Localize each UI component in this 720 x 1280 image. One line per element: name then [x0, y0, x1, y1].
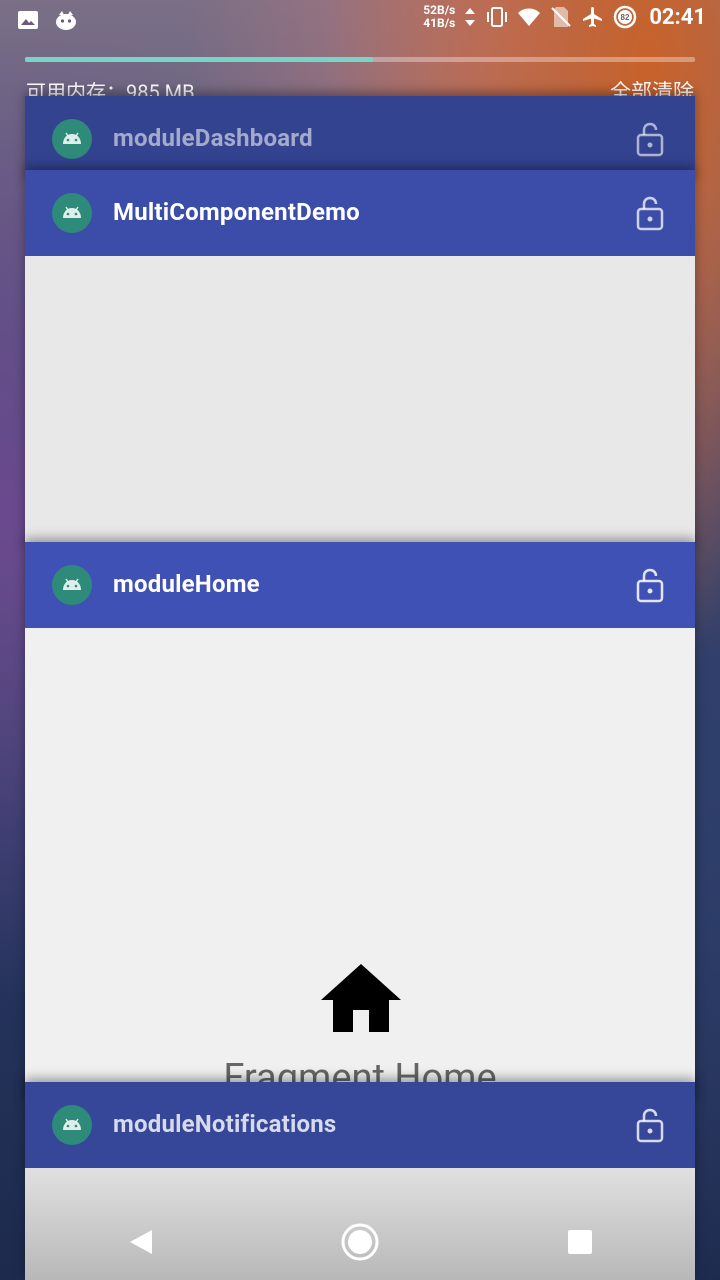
app-notification-icon [56, 11, 76, 30]
unlock-icon[interactable] [636, 1107, 664, 1143]
status-bar: 52B/s 41B/s 82 02:41 [0, 0, 720, 40]
battery-icon: 82 [614, 5, 637, 29]
navigation-bar [0, 1200, 720, 1280]
card-preview: Fragment Home [25, 628, 695, 1102]
network-speed: 52B/s 41B/s [423, 4, 455, 30]
memory-bar-fill [25, 57, 374, 62]
speed-down: 41B/s [423, 16, 456, 30]
card-title: moduleHome [113, 570, 260, 598]
battery-level: 82 [621, 13, 630, 22]
card-title: moduleNotifications [113, 1110, 337, 1138]
image-icon [18, 11, 38, 29]
data-arrows-icon [465, 8, 476, 26]
card-preview [25, 256, 695, 550]
android-app-icon [52, 119, 92, 159]
memory-bar [25, 57, 695, 62]
card-title: MultiComponentDemo [113, 198, 360, 226]
android-app-icon [52, 193, 92, 233]
android-app-icon [52, 1105, 92, 1145]
home-icon [321, 964, 401, 1032]
card-header: MultiComponentDemo [25, 170, 695, 256]
home-button-icon[interactable] [340, 1222, 380, 1262]
vibrate-icon [487, 7, 508, 27]
unlock-icon[interactable] [636, 121, 664, 157]
unlock-icon[interactable] [636, 567, 664, 603]
unlock-icon[interactable] [636, 195, 664, 231]
no-sim-icon [551, 7, 572, 27]
airplane-mode-icon [583, 7, 603, 27]
card-header: moduleNotifications [25, 1082, 695, 1168]
card-header: moduleHome [25, 542, 695, 628]
clock: 02:41 [649, 4, 706, 30]
back-icon[interactable] [122, 1222, 162, 1262]
card-title: moduleDashboard [113, 124, 313, 152]
android-app-icon [52, 565, 92, 605]
recent-task-card-home[interactable]: moduleHome Fragment Home [25, 542, 695, 1102]
wifi-icon [518, 8, 541, 26]
recent-task-card-multicomponentdemo[interactable]: MultiComponentDemo [25, 170, 695, 550]
recents-icon[interactable] [560, 1222, 600, 1262]
